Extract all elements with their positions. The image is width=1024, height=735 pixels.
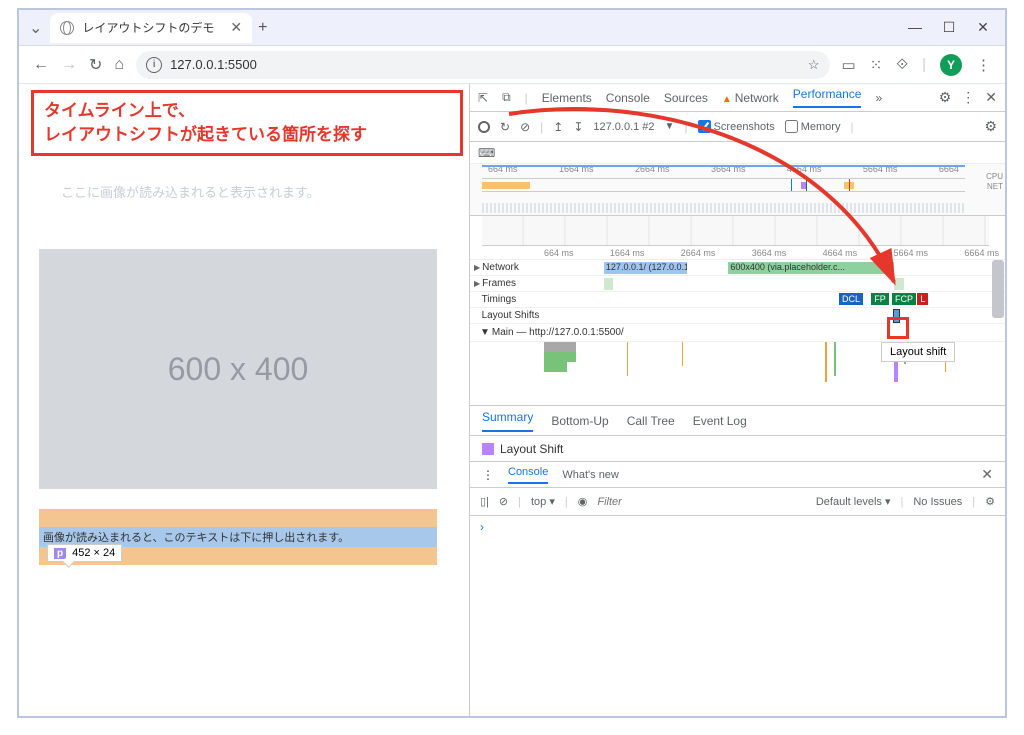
details-tabs: Summary Bottom-Up Call Tree Event Log (470, 406, 1005, 436)
device-toggle-icon[interactable]: ⧉ (502, 90, 511, 105)
track-frames[interactable]: ▶Frames (470, 276, 1005, 292)
globe-icon (60, 21, 74, 35)
screenshots-checkbox[interactable]: Screenshots (698, 120, 775, 133)
console-side-icon[interactable]: ▯| (480, 495, 489, 508)
browser-titlebar: ⌄ レイアウトシフトのデモ ✕ + — ☐ ✕ (19, 10, 1005, 46)
url-text: 127.0.0.1:5500 (170, 57, 257, 72)
annotation-target-box (887, 317, 909, 339)
console-toolbar: ▯| ⊘ | top ▾ | ◉ Default levels ▾ | No I… (470, 488, 1005, 516)
ghost-text: ここに画像が読み込まれると表示されます。 (61, 182, 320, 201)
highlight-margin-top (39, 509, 437, 527)
home-button[interactable]: ⌂ (114, 56, 124, 74)
minimize-button[interactable]: — (907, 19, 923, 36)
context-select[interactable]: top ▾ (531, 495, 555, 508)
reload-record-button[interactable]: ↻ (500, 120, 510, 134)
track-network[interactable]: ▶Network 127.0.0.1/ (127.0.0.1) 600x400 … (470, 260, 1005, 276)
record-button[interactable] (478, 121, 490, 133)
pushed-text: 画像が読み込まれると、このテキストは下に押し出されます。 (39, 529, 349, 545)
tabs-overflow[interactable]: » (875, 91, 882, 105)
close-tab-icon[interactable]: ✕ (230, 19, 242, 36)
tab-network[interactable]: Network (722, 91, 779, 105)
tab-title: レイアウトシフトのデモ (82, 19, 214, 36)
placeholder-image: 600 x 400 (39, 249, 437, 489)
badge-tag: p (54, 548, 66, 559)
timeline-overview[interactable]: 664 ms 1664 ms 2664 ms 3664 ms 4664 ms 5… (470, 164, 1005, 216)
clear-button[interactable]: ⊘ (520, 120, 530, 134)
keyboard-icon[interactable]: ⌨ (478, 146, 495, 160)
memory-checkbox[interactable]: Memory (785, 120, 841, 133)
tab-sources[interactable]: Sources (664, 91, 708, 105)
inspect-icon[interactable]: ⇱ (478, 91, 488, 105)
issues-button[interactable]: No Issues (913, 496, 962, 508)
labs-icon[interactable]: ⟐ (896, 56, 908, 73)
tab-performance[interactable]: Performance (793, 87, 862, 108)
maximize-button[interactable]: ☐ (941, 19, 957, 36)
summary-body: Layout Shift (470, 436, 1005, 462)
profile-avatar[interactable]: Y (940, 54, 962, 76)
tab-dropdown[interactable]: ⌄ (29, 18, 42, 38)
flame-scrollbar[interactable] (992, 260, 1004, 318)
site-info-icon[interactable]: i (146, 57, 162, 73)
summary-label: Layout Shift (500, 442, 563, 456)
element-badge: p 452 × 24 (47, 544, 122, 562)
omnibox[interactable]: i 127.0.0.1:5500 ☆ (136, 51, 829, 79)
placeholder-text: 600 x 400 (168, 351, 309, 388)
session-select[interactable]: 127.0.0.1 #2 (593, 121, 654, 133)
devtools-settings-icon[interactable]: ⚙ (939, 89, 952, 106)
track-timings[interactable]: Timings DCL FP FCP L (470, 292, 1005, 308)
session-dropdown-icon[interactable]: ▼ (665, 121, 675, 132)
devtools-panel: ⇱ ⧉ | Elements Console Sources Network P… (469, 84, 1005, 716)
bookmark-star-icon[interactable]: ☆ (808, 57, 820, 73)
layout-shift-swatch (482, 443, 494, 455)
tab-bottom-up[interactable]: Bottom-Up (551, 414, 608, 428)
devtools-tabs: ⇱ ⧉ | Elements Console Sources Network P… (470, 84, 1005, 112)
screenshot-filmstrip[interactable] (482, 216, 989, 246)
shortcut-row: ⌨ (470, 142, 1005, 164)
back-button[interactable]: ← (33, 56, 49, 74)
extensions-icon[interactable]: ⁙ (870, 56, 883, 74)
tab-elements[interactable]: Elements (542, 91, 592, 105)
track-layout-shifts[interactable]: Layout Shifts (470, 308, 1005, 324)
log-levels-select[interactable]: Default levels ▾ (816, 495, 891, 508)
drawer-tab-whatsnew[interactable]: What's new (562, 469, 619, 481)
browser-tab[interactable]: レイアウトシフトのデモ ✕ (50, 13, 252, 43)
new-tab-button[interactable]: + (258, 19, 267, 37)
console-filter-input[interactable] (597, 496, 806, 508)
badge-dims: 452 × 24 (72, 547, 115, 559)
live-expr-icon[interactable]: ◉ (578, 495, 588, 508)
load-profile-icon[interactable]: ↥ (553, 120, 563, 134)
tab-summary[interactable]: Summary (482, 410, 533, 432)
layout-shift-tooltip: Layout shift (881, 342, 955, 362)
chrome-menu-icon[interactable]: ⋮ (976, 56, 991, 74)
performance-toolbar: ↻ ⊘ | ↥ ↧ 127.0.0.1 #2 ▼ | Screenshots M… (470, 112, 1005, 142)
address-bar: ← → ↻ ⌂ i 127.0.0.1:5500 ☆ ▭ ⁙ ⟐ | Y ⋮ (19, 46, 1005, 84)
install-icon[interactable]: ▭ (842, 56, 856, 74)
reload-button[interactable]: ↻ (89, 55, 102, 75)
annotation-callout: タイムライン上で、 レイアウトシフトが起きている箇所を探す (31, 90, 463, 156)
forward-button[interactable]: → (61, 56, 77, 74)
drawer-close-icon[interactable]: ✕ (981, 466, 993, 483)
capture-settings-icon[interactable]: ⚙ (984, 118, 997, 135)
drawer-menu-icon[interactable]: ⋮ (482, 468, 494, 482)
tab-console[interactable]: Console (606, 91, 650, 105)
devtools-menu-icon[interactable]: ⋮ (961, 89, 975, 106)
flame-chart[interactable]: 664 ms 1664 ms 2664 ms 3664 ms 4664 ms 5… (470, 246, 1005, 406)
rendered-page: レイアウトシフトのデモ ここに画像が読み込まれると表示されます。 600 x 4… (19, 84, 469, 716)
tab-event-log[interactable]: Event Log (693, 414, 747, 428)
console-prompt[interactable]: › (470, 516, 1005, 538)
window-close-button[interactable]: ✕ (975, 19, 991, 36)
devtools-close-icon[interactable]: ✕ (985, 89, 997, 106)
tab-call-tree[interactable]: Call Tree (627, 414, 675, 428)
console-clear-icon[interactable]: ⊘ (499, 495, 508, 508)
save-profile-icon[interactable]: ↧ (573, 120, 583, 134)
drawer-tabs: ⋮ Console What's new ✕ (470, 462, 1005, 488)
console-settings-icon[interactable]: ⚙ (985, 495, 995, 508)
drawer-tab-console[interactable]: Console (508, 466, 548, 484)
